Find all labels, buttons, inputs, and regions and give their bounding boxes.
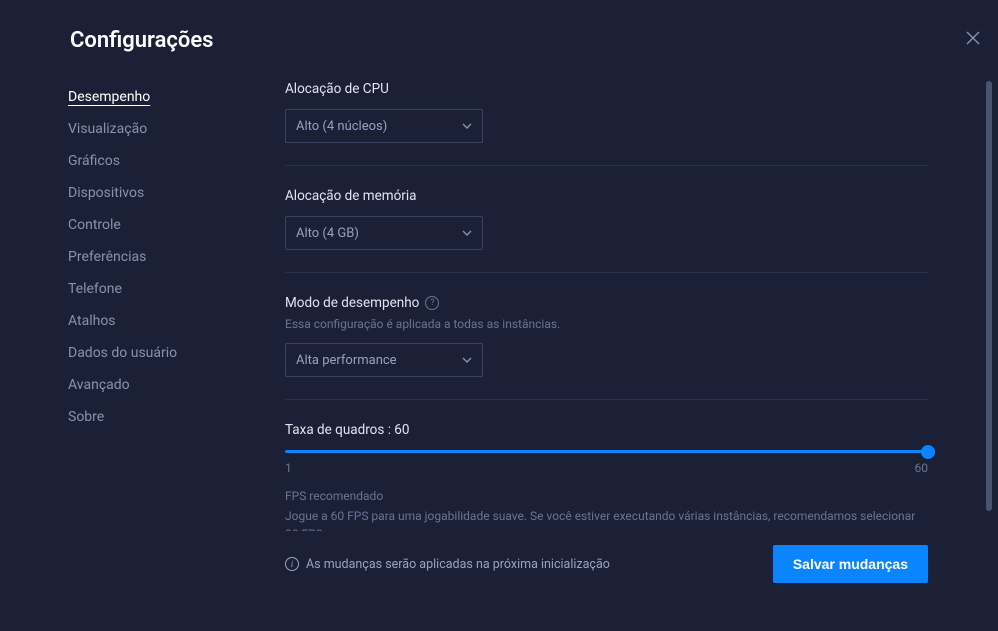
sidebar-item-atalhos[interactable]: Atalhos bbox=[68, 305, 215, 337]
sidebar: Desempenho Visualização Gráficos Disposi… bbox=[0, 81, 215, 601]
help-icon[interactable]: ? bbox=[425, 296, 439, 310]
memory-select[interactable]: Alto (4 GB) bbox=[285, 216, 483, 250]
cpu-select[interactable]: Alto (4 núcleos) bbox=[285, 109, 483, 143]
footer: i As mudanças serão aplicadas na próxima… bbox=[215, 531, 998, 601]
cpu-label: Alocação de CPU bbox=[285, 81, 928, 97]
sidebar-item-dispositivos[interactable]: Dispositivos bbox=[68, 177, 215, 209]
footer-note-text: As mudanças serão aplicadas na próxima i… bbox=[306, 557, 610, 572]
sidebar-item-telefone[interactable]: Telefone bbox=[68, 273, 215, 305]
close-button[interactable] bbox=[966, 30, 980, 44]
chevron-down-icon bbox=[462, 123, 472, 129]
sidebar-item-preferencias[interactable]: Preferências bbox=[68, 241, 215, 273]
chevron-down-icon bbox=[462, 357, 472, 363]
sidebar-item-avancado[interactable]: Avançado bbox=[68, 369, 215, 401]
footer-note: i As mudanças serão aplicadas na próxima… bbox=[285, 557, 610, 572]
memory-select-value: Alto (4 GB) bbox=[296, 226, 359, 241]
scrollbar[interactable] bbox=[986, 81, 992, 511]
content-scroll[interactable]: Alocação de CPU Alto (4 núcleos) Alocaçã… bbox=[215, 81, 998, 556]
framerate-slider-thumb[interactable] bbox=[921, 445, 935, 459]
info-icon: i bbox=[285, 557, 299, 571]
perfmode-select[interactable]: Alta performance bbox=[285, 343, 483, 377]
framerate-slider[interactable] bbox=[285, 450, 928, 453]
sidebar-item-controle[interactable]: Controle bbox=[68, 209, 215, 241]
chevron-down-icon bbox=[462, 230, 472, 236]
sidebar-item-sobre[interactable]: Sobre bbox=[68, 401, 215, 433]
perfmode-select-value: Alta performance bbox=[296, 353, 397, 368]
close-icon bbox=[966, 31, 980, 45]
memory-label: Alocação de memória bbox=[285, 188, 928, 204]
framerate-label: Taxa de quadros : 60 bbox=[285, 422, 928, 438]
perfmode-label: Modo de desempenho ? bbox=[285, 295, 928, 311]
cpu-select-value: Alto (4 núcleos) bbox=[296, 119, 387, 134]
framerate-max: 60 bbox=[915, 461, 929, 475]
perfmode-label-text: Modo de desempenho bbox=[285, 295, 419, 311]
perfmode-sub: Essa configuração é aplicada a todas as … bbox=[285, 317, 928, 331]
save-button[interactable]: Salvar mudanças bbox=[773, 545, 928, 583]
fps-recommended-title: FPS recomendado bbox=[285, 489, 928, 503]
sidebar-item-desempenho[interactable]: Desempenho bbox=[68, 81, 215, 113]
sidebar-item-visualizacao[interactable]: Visualização bbox=[68, 113, 215, 145]
sidebar-item-dados-usuario[interactable]: Dados do usuário bbox=[68, 337, 215, 369]
framerate-min: 1 bbox=[285, 461, 292, 475]
page-title: Configurações bbox=[70, 28, 998, 53]
sidebar-item-graficos[interactable]: Gráficos bbox=[68, 145, 215, 177]
